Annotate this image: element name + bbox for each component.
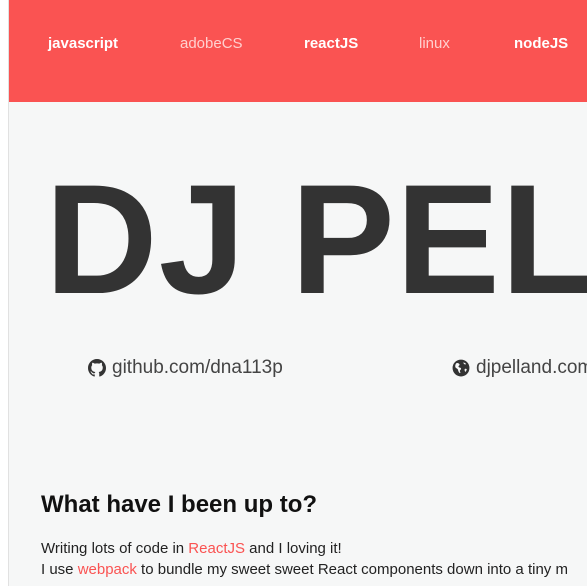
- paragraph-line-1: Writing lots of code in ReactJS and I lo…: [41, 539, 342, 559]
- section-heading: What have I been up to?: [41, 491, 318, 518]
- nav-item-reactjs[interactable]: reactJS: [304, 34, 358, 54]
- nav-item-linux[interactable]: linux: [419, 34, 450, 54]
- line2-text-before: I use: [41, 561, 78, 578]
- reactjs-link[interactable]: ReactJS: [188, 540, 245, 557]
- nav-item-adobecs[interactable]: adobeCS: [180, 34, 243, 54]
- line2-text-after: to bundle my sweet sweet React component…: [136, 561, 568, 578]
- hero-title: DJ PELLAND: [45, 153, 587, 327]
- nav-item-nodejs[interactable]: nodeJS: [514, 34, 568, 54]
- top-nav: javascript adobeCS reactJS linux nodeJS: [9, 0, 587, 102]
- github-link[interactable]: github.com/dna113p: [88, 356, 283, 380]
- github-link-text: github.com/dna113p: [112, 357, 283, 378]
- paragraph-line-2: I use webpack to bundle my sweet sweet R…: [41, 560, 568, 580]
- website-link-text: djpelland.com: [476, 357, 587, 378]
- line1-text-before: Writing lots of code in: [41, 540, 189, 557]
- webpack-link[interactable]: webpack: [78, 561, 137, 578]
- github-icon: [88, 359, 106, 377]
- page: javascript adobeCS reactJS linux nodeJS …: [9, 0, 587, 586]
- nav-item-javascript[interactable]: javascript: [48, 34, 118, 54]
- website-link[interactable]: djpelland.com: [452, 356, 587, 380]
- left-border: [0, 0, 9, 586]
- line1-text-after: and I loving it!: [245, 540, 342, 557]
- globe-icon: [452, 359, 470, 377]
